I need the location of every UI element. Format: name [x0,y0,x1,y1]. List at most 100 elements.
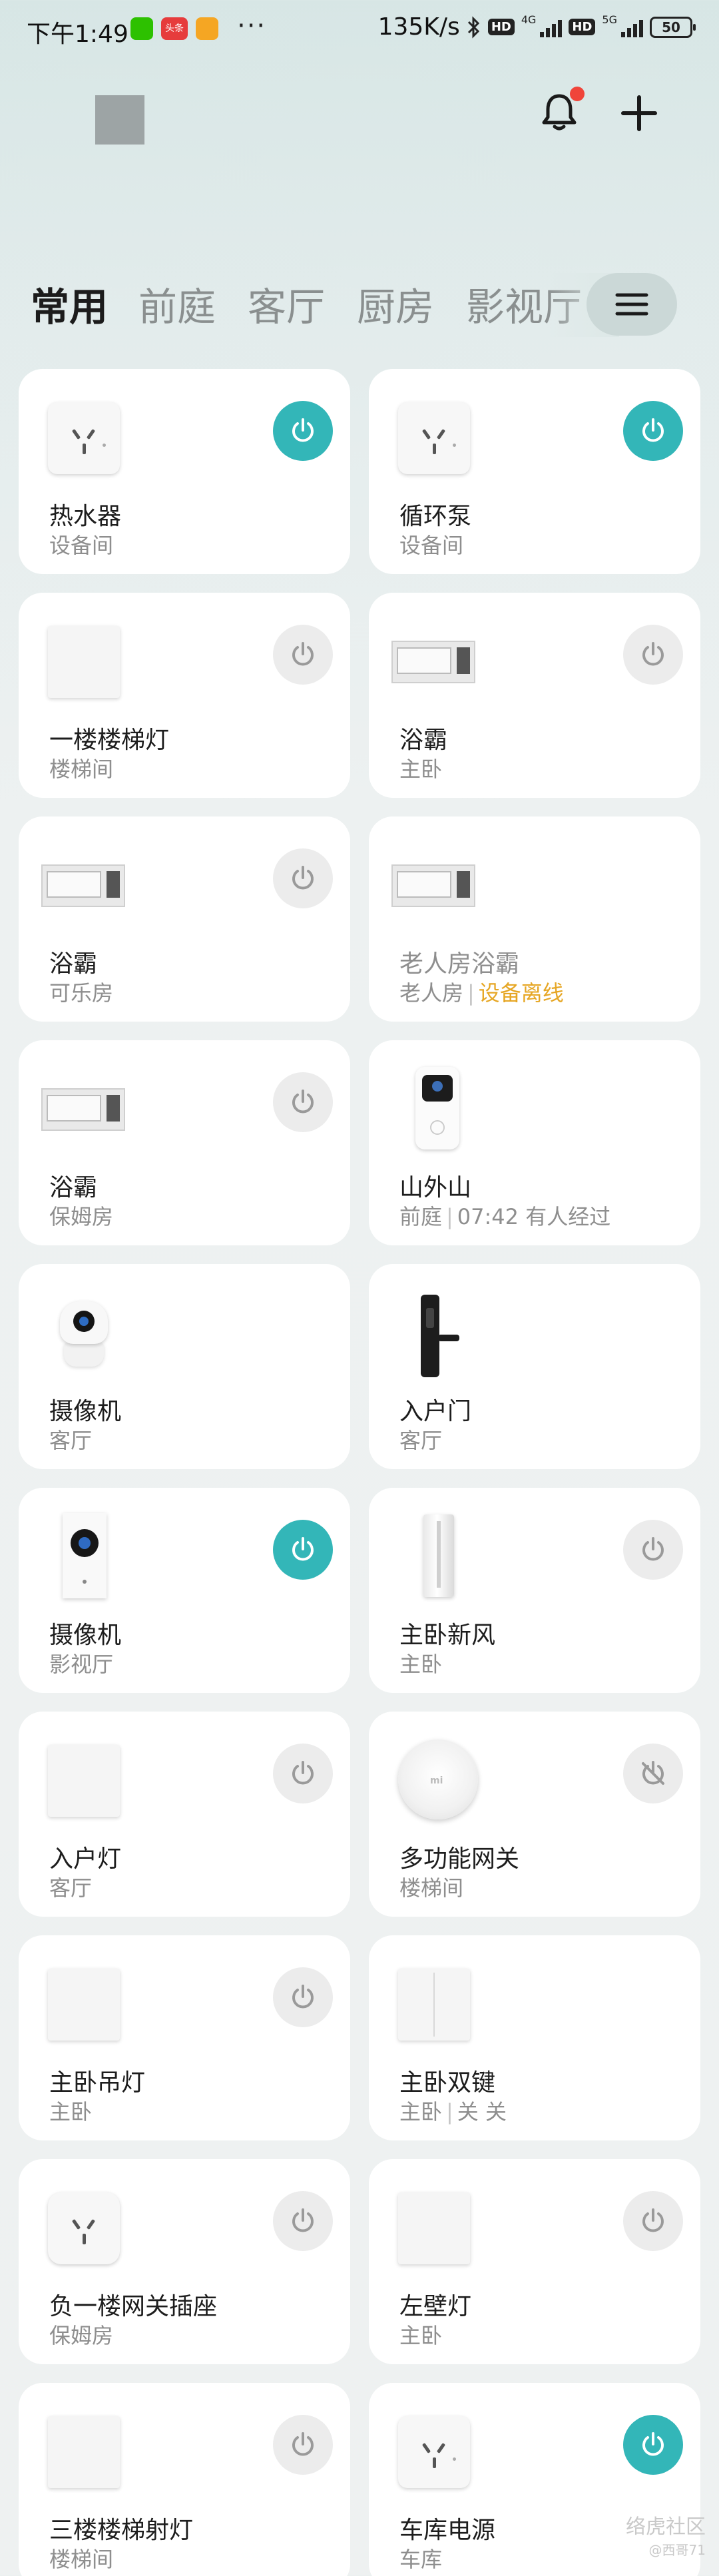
device-room: 楼梯间 [399,1875,464,1901]
device-name: 摄像机 [49,1398,122,1425]
tab-kitchen[interactable]: 厨房 [357,276,434,332]
device-card[interactable]: 主卧新风 主卧 [369,1488,700,1693]
bath-heater-icon [391,864,475,907]
device-name: 一楼楼梯灯 [49,727,170,754]
tab-front-yard[interactable]: 前庭 [138,276,216,332]
device-room: 保姆房 [49,1204,114,1229]
device-card[interactable]: 摄像机 客厅 [19,1264,350,1469]
device-card[interactable]: 三楼楼梯射灯 楼梯间 [19,2383,350,2576]
net-speed: 135K/s [377,13,460,41]
status-bar: 下午1:49 头条 ··· 135K/s HD 4G HD 5G 50 [0,0,719,61]
power-button[interactable] [273,1744,333,1803]
device-subtitle: 设备间 [49,529,113,559]
device-subtitle: 楼梯间 [399,1871,463,1902]
device-card[interactable]: 一楼楼梯灯 楼梯间 [19,593,350,798]
menu-icon [615,293,648,316]
switch-panel-icon [398,2192,470,2264]
device-card[interactable]: 负一楼网关插座 保姆房 [19,2159,350,2364]
app-notification-icon [196,17,218,40]
device-card[interactable]: 浴霸 保姆房 [19,1040,350,1245]
power-icon [292,866,314,890]
device-room: 主卧 [399,1652,443,1677]
device-card[interactable]: 主卧吊灯 主卧 [19,1935,350,2140]
device-card[interactable]: 浴霸 主卧 [369,593,700,798]
switch-panel-icon [48,1969,120,2041]
watermark: 络虎社区 @西哥71 [626,2510,706,2559]
power-button[interactable] [623,2415,683,2475]
device-name: 老人房浴霸 [399,950,520,978]
device-subtitle: 主卧 [399,1648,442,1678]
device-room: 客厅 [49,1428,93,1453]
device-card[interactable]: 主卧双键 主卧 | 关 关 [369,1935,700,2140]
hd-badge: HD [487,19,515,35]
device-subtitle: 主卧 [49,2095,92,2126]
video-doorbell-icon [415,1067,459,1149]
device-subtitle: 楼梯间 [49,753,113,783]
power-icon [292,1761,314,1785]
device-name: 多功能网关 [399,1845,520,1873]
power-icon [292,2432,314,2456]
device-card[interactable]: 入户门 客厅 [369,1264,700,1469]
device-subtitle: 影视厅 [49,1648,113,1678]
device-card[interactable]: 热水器 设备间 [19,369,350,574]
power-button-disabled[interactable] [623,1744,683,1803]
status-right: 135K/s HD 4G HD 5G 50 [377,13,696,41]
device-card[interactable]: 循环泵 设备间 [369,369,700,574]
smart-plug-icon [48,2192,120,2264]
device-card[interactable]: 老人房浴霸 老人房 | 设备离线 [369,816,700,1022]
device-status: 设备离线 [478,980,564,1006]
device-card[interactable]: 山外山 前庭 | 07:42 有人经过 [369,1040,700,1245]
more-notifications-icon: ··· [237,11,267,41]
power-button[interactable] [623,625,683,685]
device-name: 入户门 [399,1398,472,1425]
device-card[interactable]: 浴霸 可乐房 [19,816,350,1022]
power-icon [642,2208,664,2232]
device-name: 三楼楼梯射灯 [49,2517,194,2544]
device-subtitle: 主卧 [399,2319,442,2350]
device-name: 车库电源 [399,2517,496,2544]
device-subtitle: 楼梯间 [49,2543,113,2573]
power-icon [642,2432,664,2456]
tabs-menu-button[interactable] [587,273,677,336]
device-subtitle: 可乐房 [49,976,113,1007]
device-room: 可乐房 [49,980,114,1006]
power-button[interactable] [273,848,333,908]
device-card[interactable]: 入户灯 客厅 [19,1712,350,1917]
tab-living-room[interactable]: 客厅 [248,276,325,332]
power-off-disabled-icon [642,1761,664,1785]
bluetooth-icon [467,15,479,39]
wall-socket-icon [398,2416,470,2488]
power-button[interactable] [273,625,333,685]
power-button[interactable] [623,2191,683,2251]
power-button[interactable] [273,2191,333,2251]
power-button[interactable] [273,1967,333,2027]
wall-socket-icon [48,402,120,474]
device-subtitle: 客厅 [399,1424,442,1454]
power-button[interactable] [623,401,683,461]
device-subtitle: 保姆房 [49,1200,113,1231]
power-button[interactable] [273,1072,333,1132]
device-room: 保姆房 [49,2323,114,2348]
power-icon [292,2208,314,2232]
device-card[interactable]: 摄像机 影视厅 [19,1488,350,1693]
plus-icon[interactable] [615,89,663,137]
separator: | [467,980,475,1006]
device-name: 主卧双键 [399,2069,496,2096]
device-room: 主卧 [399,757,443,782]
device-status: 07:42 有人经过 [457,1204,611,1229]
tab-common[interactable]: 常用 [31,276,108,332]
home-avatar[interactable] [95,95,144,145]
camera-icon [63,1513,107,1598]
power-icon [642,642,664,666]
device-subtitle: 老人房 | 设备离线 [399,976,564,1007]
power-button[interactable] [273,2415,333,2475]
device-card[interactable]: mi 多功能网关 楼梯间 [369,1712,700,1917]
power-button[interactable] [273,401,333,461]
device-card[interactable]: 左壁灯 主卧 [369,2159,700,2364]
power-button[interactable] [273,1520,333,1580]
power-button[interactable] [623,1520,683,1580]
device-room: 设备间 [399,533,464,558]
gateway-icon: mi [398,1740,478,1819]
wechat-icon [130,17,153,40]
device-subtitle: 车库 [399,2543,442,2573]
